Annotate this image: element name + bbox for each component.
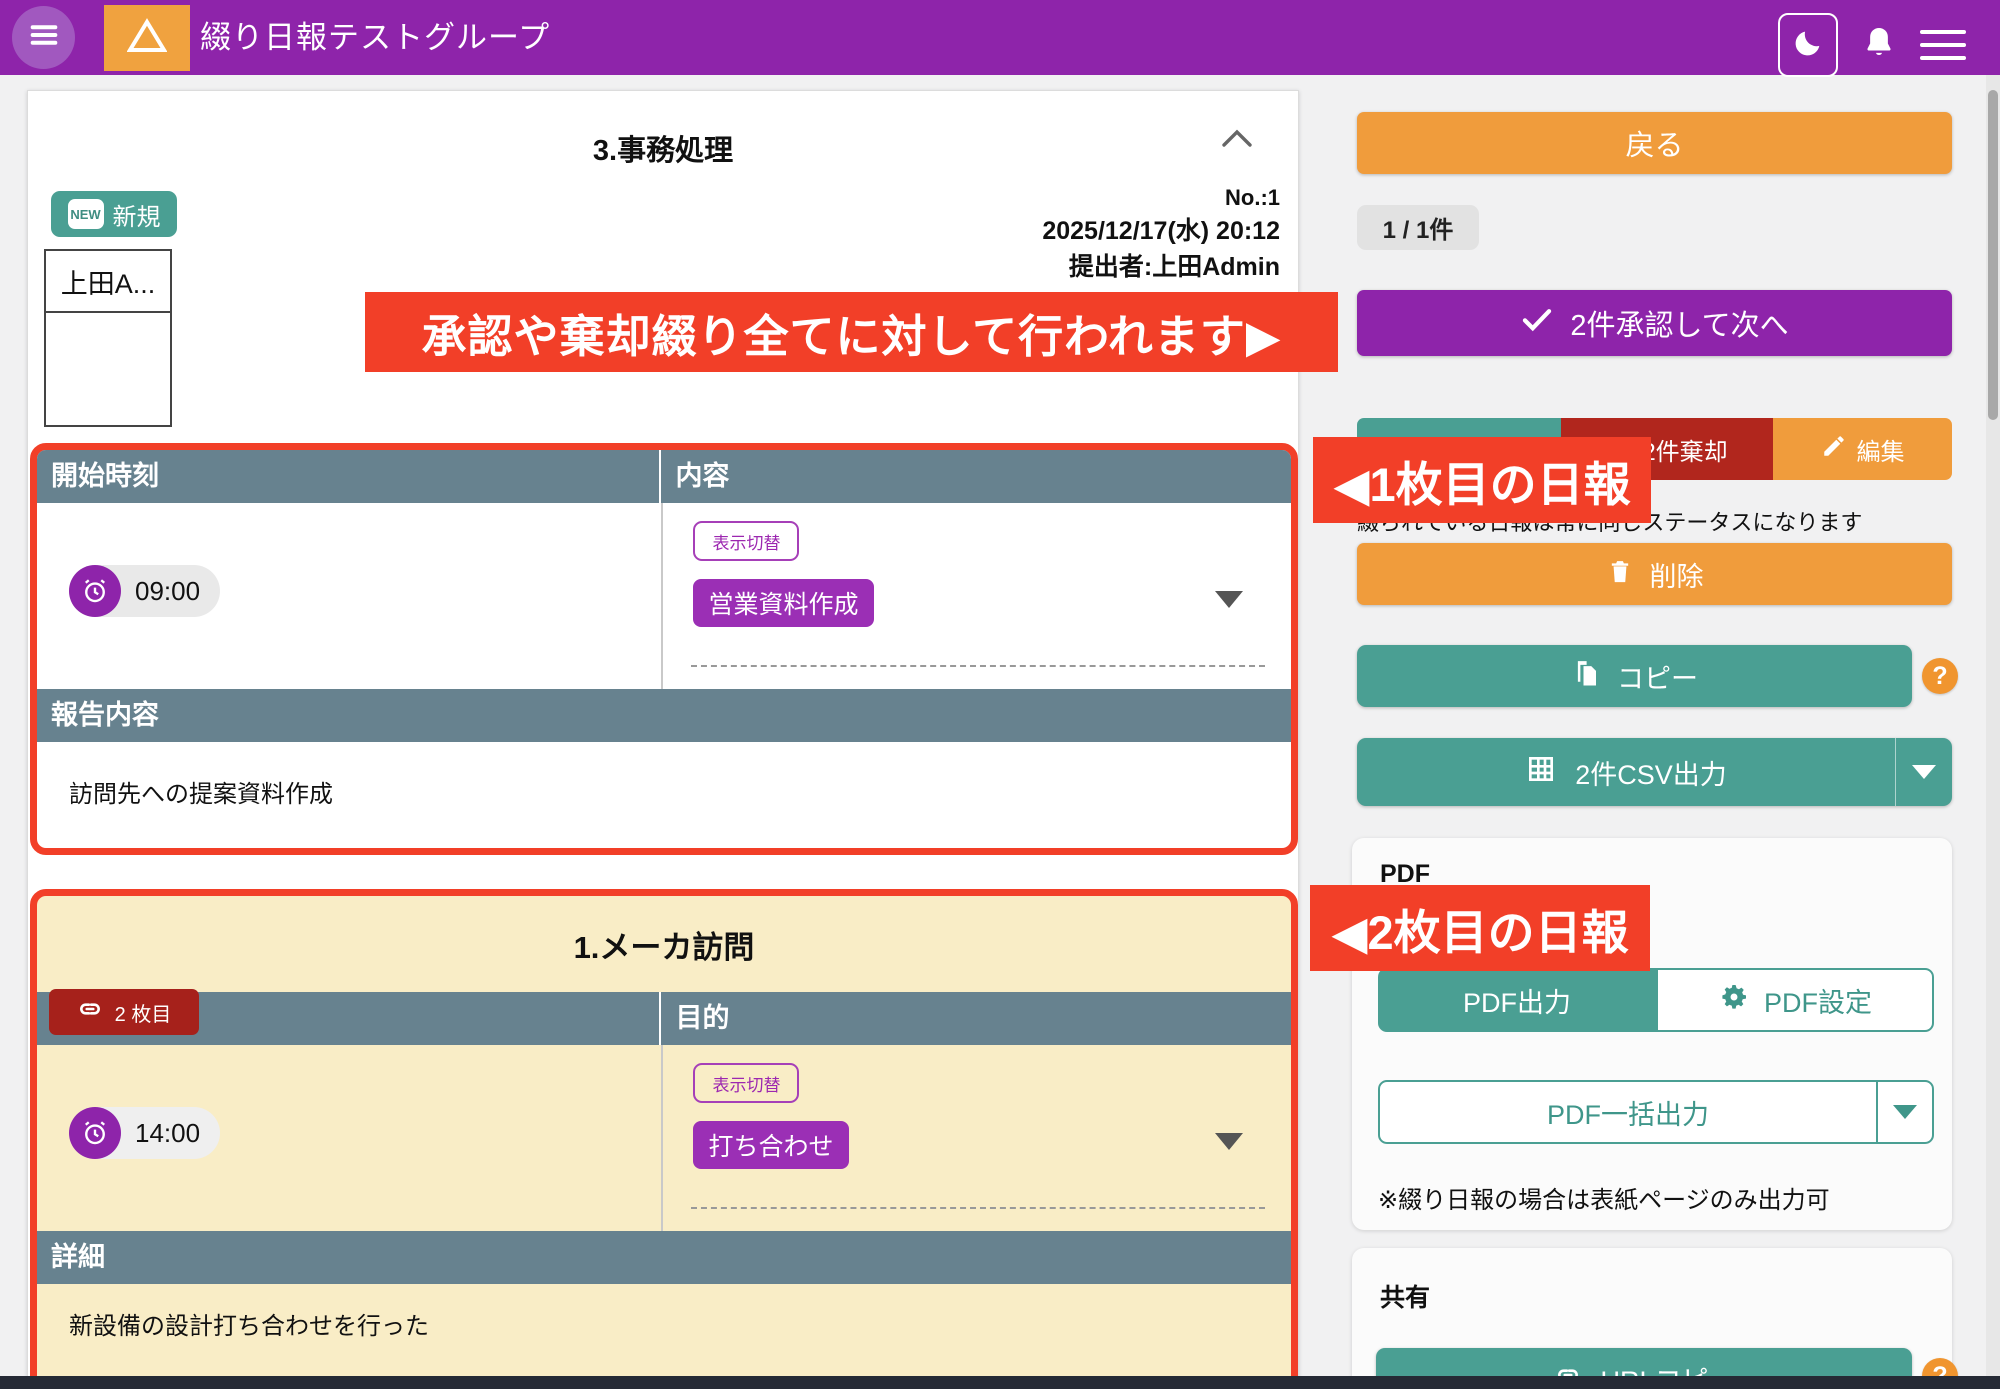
- annotation-first-report: ◀1枚目の日報: [1313, 437, 1651, 523]
- report-submitter: 提出者:上田Admin: [1042, 249, 1280, 285]
- copy-help-button[interactable]: ?: [1922, 658, 1958, 694]
- dropdown-caret-icon[interactable]: [1215, 1133, 1243, 1150]
- table-header-row: 開始時刻 内容: [37, 450, 1291, 503]
- report-counter: 1 / 1件: [1357, 205, 1479, 250]
- new-icon: NEW: [68, 199, 104, 229]
- column-header-content: 内容: [661, 450, 1291, 503]
- new-label: 新規: [113, 197, 161, 232]
- table-header-row: 訪問時刻 目的: [37, 992, 1291, 1045]
- gear-icon: [1718, 981, 1750, 1020]
- dark-mode-button[interactable]: [1778, 13, 1838, 77]
- bell-icon: [1860, 22, 1898, 69]
- scrollbar-thumb[interactable]: [1988, 90, 1998, 420]
- annotation-second-report: ◀2枚目の日報: [1310, 885, 1650, 971]
- moon-icon: [1792, 27, 1824, 64]
- edit-button[interactable]: 編集: [1773, 418, 1952, 480]
- hamburger-icon: [1920, 30, 1966, 34]
- back-button[interactable]: 戻る: [1357, 112, 1952, 174]
- table-grid-icon: [1525, 753, 1557, 792]
- purpose-tag: 打ち合わせ: [693, 1121, 848, 1169]
- overflow-menu-button[interactable]: [1920, 24, 1966, 66]
- report-section-1: 開始時刻 内容 09:00 表示切替 営業資料作成: [30, 443, 1298, 855]
- trash-icon: [1606, 556, 1634, 593]
- share-heading: 共有: [1380, 1278, 1430, 1314]
- collapse-button[interactable]: [1220, 125, 1254, 151]
- report-datetime: 2025/12/17(水) 20:12: [1042, 213, 1280, 249]
- time-value-pill: 09:00: [69, 565, 220, 617]
- display-toggle-button[interactable]: 表示切替: [693, 521, 799, 561]
- report-number: No.:1: [1042, 183, 1280, 213]
- bottom-edge-bar: [0, 1376, 2000, 1389]
- copy-icon: [1571, 657, 1601, 696]
- linked-page-badge: 2 枚目: [49, 989, 199, 1035]
- column-header-start-time: 開始時刻: [37, 450, 661, 503]
- dashed-divider: [691, 1207, 1265, 1209]
- caret-down-icon: [1912, 765, 1936, 779]
- alarm-clock-icon: [69, 565, 121, 617]
- annotation-approval-note: 承認や棄却綴り全てに対して行われます▶: [365, 292, 1338, 372]
- dashed-divider: [691, 665, 1265, 667]
- page: 綴り日報テストグループ 3.事務処理 NEW 新規 上田A...: [0, 0, 2000, 1389]
- display-toggle-button[interactable]: 表示切替: [693, 1063, 799, 1103]
- pdf-bulk-export-button[interactable]: PDF一括出力: [1378, 1080, 1934, 1144]
- pdf-settings-button[interactable]: PDF設定: [1656, 968, 1934, 1032]
- caret-down-icon: [1893, 1105, 1917, 1119]
- pdf-segmented-control: PDF出力 PDF設定: [1378, 968, 1934, 1032]
- linked-report-title: 1.メーカ訪問: [37, 896, 1291, 992]
- app-header: 綴り日報テストグループ: [0, 0, 2000, 75]
- table-body-row: 09:00 表示切替 営業資料作成: [37, 503, 1291, 689]
- csv-dropdown-caret[interactable]: [1895, 738, 1952, 806]
- detail-header: 詳細: [37, 1231, 1291, 1284]
- linked-page-label: 2 枚目: [115, 998, 172, 1027]
- report-content-header: 報告内容: [37, 689, 1291, 742]
- check-icon: [1520, 302, 1554, 344]
- report-title: 3.事務処理: [28, 127, 1298, 169]
- detail-text: 新設備の設計打ち合わせを行った: [69, 1306, 429, 1341]
- time-value-pill: 14:00: [69, 1107, 220, 1159]
- link-icon: [77, 996, 103, 1028]
- approve-and-next-button[interactable]: 2件承認して次へ: [1357, 290, 1952, 356]
- start-time-value: 09:00: [121, 576, 220, 607]
- scrollbar-track[interactable]: [1986, 75, 2000, 1389]
- notifications-button[interactable]: [1858, 22, 1900, 68]
- alarm-clock-icon: [69, 1107, 121, 1159]
- content-tag: 営業資料作成: [693, 579, 873, 627]
- pdf-note: ※綴り日報の場合は表紙ページのみ出力可: [1378, 1180, 1830, 1215]
- pdf-bulk-dropdown-caret[interactable]: [1876, 1082, 1932, 1142]
- hamburger-icon: [27, 18, 61, 57]
- report-card: 3.事務処理 NEW 新規 上田A... No.:1 2025/12/17(水)…: [27, 90, 1299, 1389]
- menu-button[interactable]: [12, 6, 75, 69]
- approval-stamp-box: 上田A...: [44, 249, 172, 427]
- delete-button[interactable]: 削除: [1357, 543, 1952, 605]
- pdf-export-button[interactable]: PDF出力: [1378, 968, 1656, 1032]
- status-badge-new: NEW 新規: [51, 191, 177, 237]
- pencil-icon: [1821, 433, 1847, 466]
- csv-export-button[interactable]: 2件CSV出力: [1357, 738, 1952, 806]
- approver-name: 上田A...: [46, 251, 170, 313]
- visit-time-value: 14:00: [121, 1118, 220, 1149]
- table-body-row: 14:00 表示切替 打ち合わせ: [37, 1045, 1291, 1231]
- report-section-2: 1.メーカ訪問 2 枚目 訪問時刻 目的 14:00: [30, 889, 1298, 1389]
- dropdown-caret-icon[interactable]: [1215, 591, 1243, 608]
- copy-button[interactable]: コピー: [1357, 645, 1912, 707]
- report-content-text: 訪問先への提案資料作成: [69, 774, 333, 809]
- app-logo[interactable]: [104, 5, 190, 71]
- triangle-logo-icon: [127, 18, 167, 59]
- report-meta: No.:1 2025/12/17(水) 20:12 提出者:上田Admin: [1042, 183, 1280, 285]
- page-title: 綴り日報テストグループ: [200, 0, 550, 75]
- column-header-purpose: 目的: [661, 992, 1291, 1045]
- chevron-up-icon: [1220, 138, 1254, 155]
